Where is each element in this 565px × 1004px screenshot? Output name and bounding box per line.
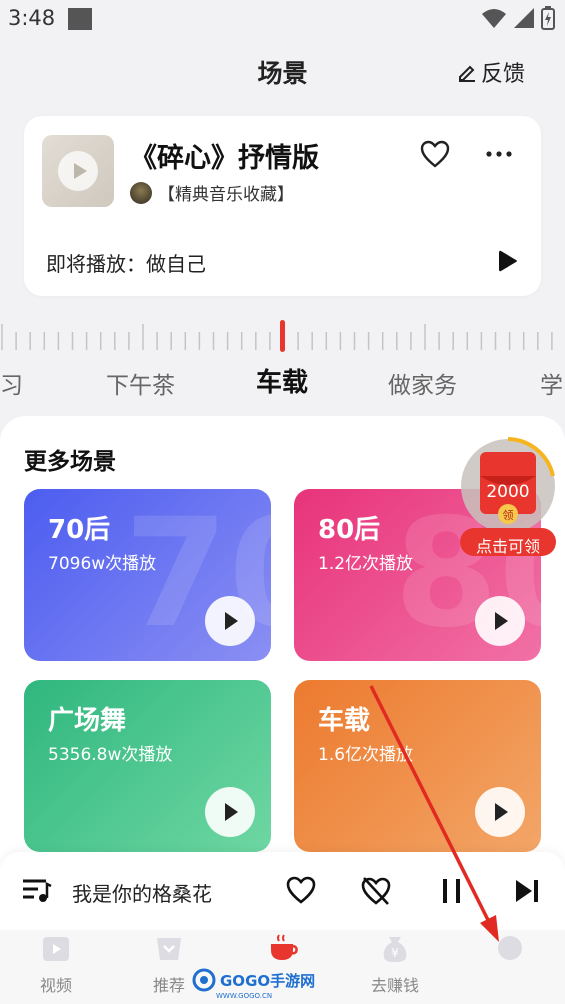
annotation-arrow	[369, 685, 499, 942]
